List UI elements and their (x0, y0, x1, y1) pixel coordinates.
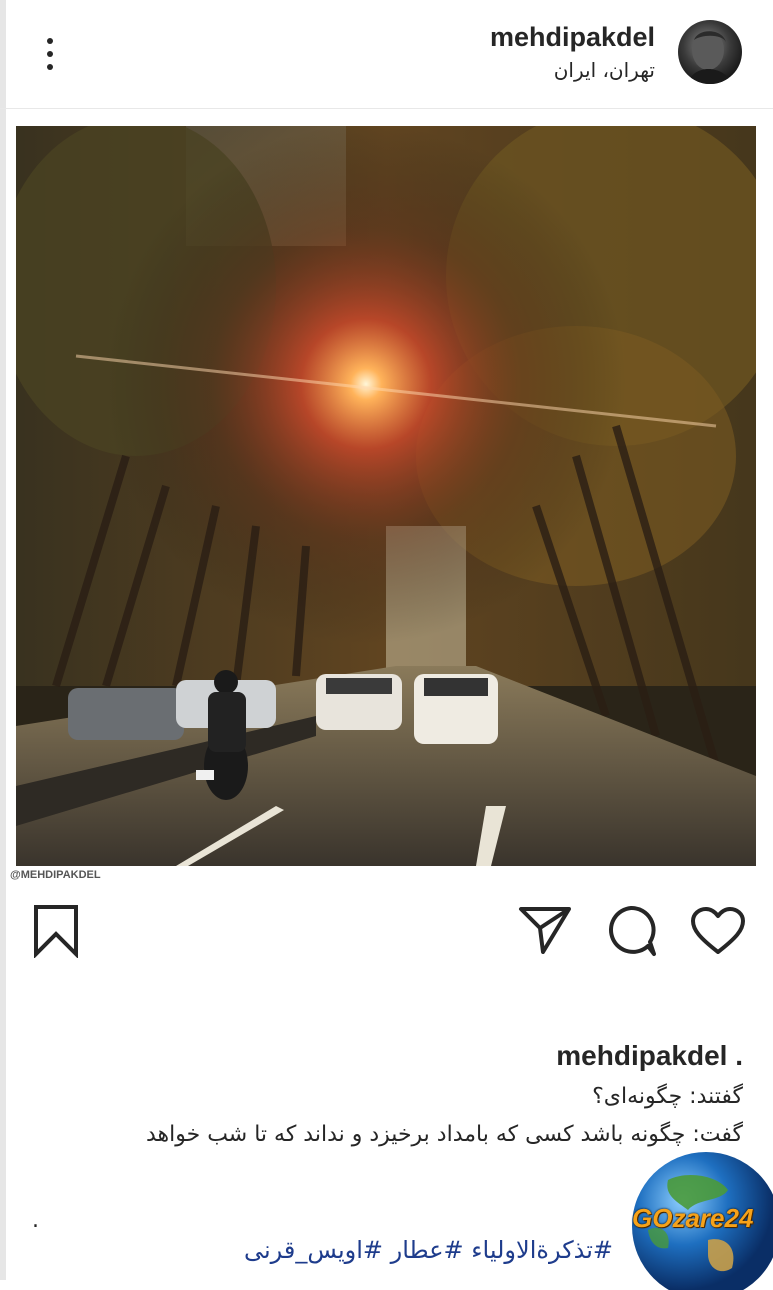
post-username[interactable]: mehdipakdel (490, 22, 655, 53)
brand-text: GOzare24 (632, 1203, 754, 1233)
more-options-icon[interactable] (40, 34, 60, 74)
post-location[interactable]: تهران، ایران (554, 58, 655, 82)
photo-watermark: @MEHDIPAKDEL (10, 869, 101, 881)
post-header: mehdipakdel تهران، ایران (0, 0, 773, 109)
screen-edge (0, 0, 6, 1280)
send-icon[interactable] (518, 904, 572, 954)
comment-icon[interactable] (604, 904, 658, 958)
caption-dot: . (32, 1208, 39, 1233)
bookmark-icon[interactable] (32, 904, 80, 958)
avatar[interactable] (678, 20, 742, 84)
post-photo[interactable] (16, 126, 756, 866)
caption-username[interactable]: mehdipakdel . (556, 1040, 743, 1072)
heart-icon[interactable] (690, 906, 746, 956)
caption-hashtags[interactable]: #تذکرةالاولیاء #عطار #اویس_قرنی (244, 1236, 613, 1264)
caption-line-2: گفت: چگونه باشد کسی که بامداد برخیزد و ن… (145, 1122, 743, 1147)
caption-line-1: گفتند: چگونه‌ای؟ (592, 1084, 743, 1109)
